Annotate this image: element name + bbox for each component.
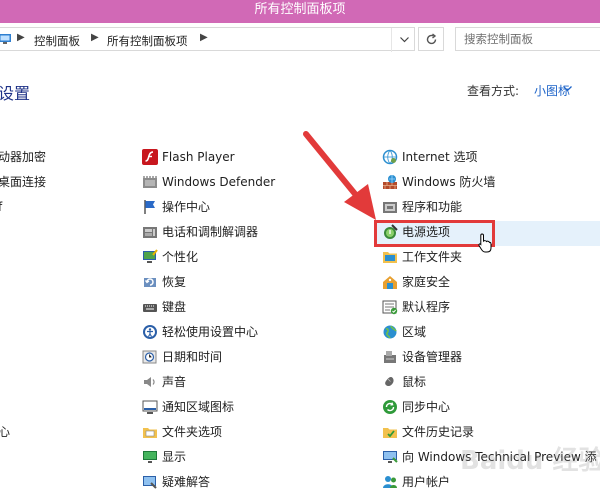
breadcrumb-separator-icon: ▶ [200,32,208,43]
personalization-icon [143,249,158,263]
device-manager-icon [384,351,396,363]
defender-icon [143,176,157,188]
control-panel-icon [0,34,11,44]
ease-of-access-icon [143,325,157,339]
phone-modem-icon [143,227,157,238]
family-safety-icon [383,276,397,289]
clock-icon [142,350,157,364]
recovery-icon [144,278,156,287]
search-input[interactable] [464,31,599,47]
file-history-icon [383,428,397,438]
notification-icon [142,400,158,414]
breadcrumb-separator-icon: ▶ [91,32,99,43]
default-programs-icon [382,300,398,315]
region-icon [383,325,397,339]
breadcrumb-separator-icon: ▶ [17,32,25,43]
flash-icon [142,149,158,165]
user-accounts-icon [383,476,397,488]
mouse-cursor-icon [478,233,492,253]
troubleshoot-icon [143,476,157,489]
speaker-icon [144,377,155,387]
breadcrumb[interactable]: ▶ 控制面板 ▶ 所有控制面板项 ▶ [0,27,416,52]
chevron-down-icon[interactable] [563,86,572,92]
keyboard-icon [143,304,157,312]
window-title-bar: 所有控制面板项 [0,0,600,23]
work-folders-icon [383,252,397,263]
mouse-icon [385,376,394,387]
watermark: Baidu 经验 [460,446,600,476]
search-box[interactable] [455,27,600,51]
flag-icon [144,200,155,214]
window-title: 所有控制面板项 [254,2,346,17]
add-features-icon [383,451,398,463]
page-title: 设置 [0,84,31,103]
annotation-highlight-box [374,220,495,247]
breadcrumb-all-items[interactable]: 所有控制面板项 [107,33,188,49]
sync-center-icon [383,400,397,414]
refresh-button[interactable] [418,27,444,51]
display-icon [143,451,157,463]
annotation-arrow-icon [303,131,376,220]
address-history-button[interactable] [391,28,416,52]
view-by-label: 查看方式: [467,84,520,98]
address-bar: ▶ 控制面板 ▶ 所有控制面板项 ▶ [0,27,600,55]
breadcrumb-control-panel[interactable]: 控制面板 [34,33,80,49]
chevron-down-icon [400,37,409,43]
folder-options-icon [143,428,157,438]
refresh-icon [426,33,437,45]
